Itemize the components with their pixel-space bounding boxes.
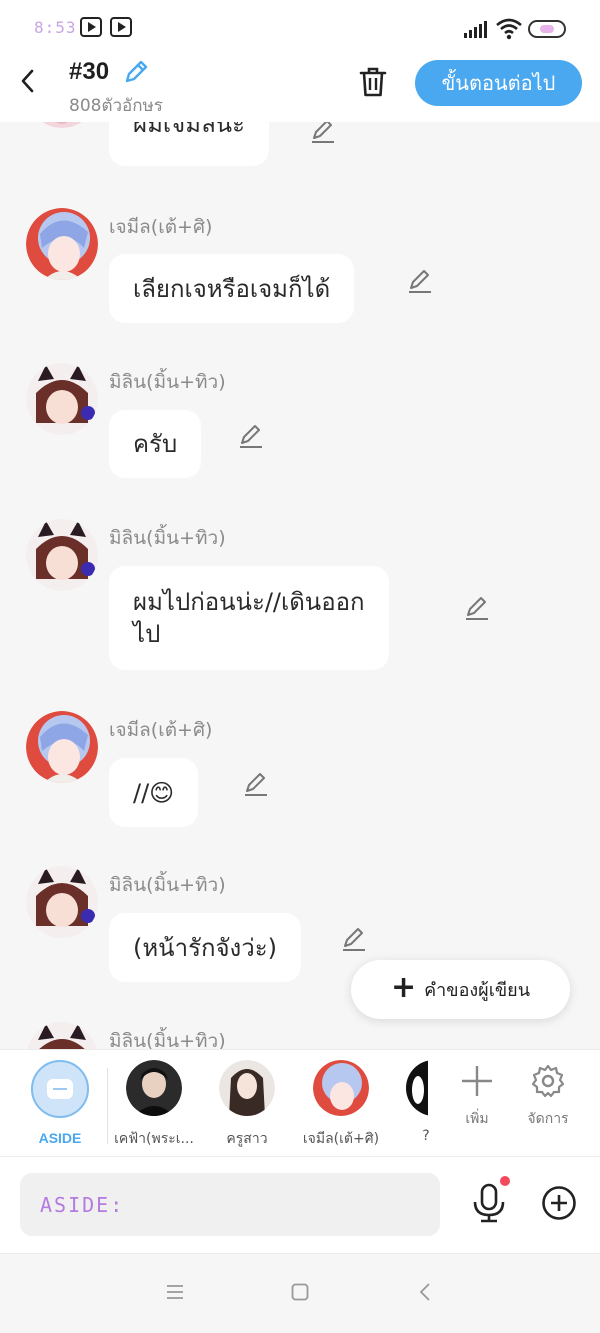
character-chip[interactable]: เจมีล(เต้+ศิ) <box>293 1060 389 1150</box>
character-chip[interactable]: เคฟ้า(พระเ... <box>106 1060 202 1150</box>
character-name: มิลิน(มิ้น+ทิว) <box>109 371 226 393</box>
avatar[interactable] <box>26 711 98 783</box>
avatar <box>219 1060 275 1116</box>
edit-message-icon[interactable] <box>341 926 367 952</box>
character-name: เจมีล(เต้+ศิ) <box>109 719 213 741</box>
character-chip-aside[interactable]: ASIDE <box>12 1060 108 1146</box>
wifi-icon <box>496 18 522 40</box>
add-character-button[interactable]: เพิ่ม <box>447 1064 507 1130</box>
manage-label: จัดการ <box>527 1111 569 1127</box>
avatar <box>406 1060 428 1116</box>
message-bubble[interactable]: (หน้ารักจังว่ะ) <box>109 913 301 982</box>
edit-message-icon[interactable] <box>238 423 264 449</box>
character-selector: ASIDE เคฟ้า(พระเ... ครูสาว เจมีล(เต้+ศิ)… <box>0 1049 600 1157</box>
edit-message-icon[interactable] <box>464 595 490 621</box>
character-name: เจมีล(เต้+ศิ) <box>109 216 213 238</box>
character-name: มิลิน(มิ้น+ทิว) <box>109 527 226 549</box>
aside-icon <box>31 1060 89 1118</box>
status-bar: 8:53 <box>0 0 600 56</box>
manage-characters-button[interactable]: จัดการ <box>518 1064 578 1130</box>
character-label: เจมีล(เต้+ศิ) <box>302 1131 380 1147</box>
avatar[interactable] <box>26 208 98 280</box>
avatar[interactable] <box>26 363 98 435</box>
app-header: #30 808ตัวอักษร ขั้นตอนต่อไป <box>0 56 600 122</box>
avatar[interactable] <box>26 866 98 938</box>
character-count: 808ตัวอักษร <box>69 96 163 116</box>
character-label: ? <box>422 1128 430 1144</box>
message-bubble[interactable]: //😊 <box>109 758 199 827</box>
message-bubble[interactable]: ผมเจมีลน่ะ <box>109 122 269 166</box>
back-arrow-icon[interactable] <box>16 66 40 96</box>
author-note-button[interactable]: + คำของผู้เขียน <box>351 960 570 1019</box>
edit-message-icon[interactable] <box>310 122 336 144</box>
youtube-notification-icon <box>110 17 132 37</box>
signal-icon <box>464 20 488 38</box>
character-name: มิลิน(มิ้น+ทิว) <box>109 874 226 896</box>
status-time: 8:53 <box>34 18 77 37</box>
home-icon[interactable] <box>290 1282 310 1302</box>
character-name: มิลิน(มิ้น+ทิว) <box>109 1030 226 1049</box>
message-bubble[interactable]: ผมไปก่อนน่ะ//เดินออก ไป <box>109 566 389 670</box>
add-label: เพิ่ม <box>465 1111 489 1127</box>
recording-indicator <box>500 1176 510 1186</box>
trash-icon[interactable] <box>358 66 388 98</box>
microphone-icon[interactable] <box>469 1182 509 1224</box>
edit-message-icon[interactable] <box>407 268 433 294</box>
character-chip[interactable]: ? <box>406 1060 446 1144</box>
edit-message-icon[interactable] <box>243 771 269 797</box>
message-bubble[interactable]: เลียกเจหรือเจมก็ได้ <box>109 254 355 323</box>
back-icon[interactable] <box>416 1282 436 1302</box>
chat-area[interactable]: ผมเจมีลน่ะ เจมีล(เต้+ศิ) เลียกเจหรือเจมก… <box>0 122 600 1049</box>
avatar[interactable] <box>26 122 98 128</box>
battery-icon <box>528 20 566 38</box>
character-label: เคฟ้า(พระเ... <box>114 1131 194 1147</box>
menu-icon[interactable] <box>165 1282 185 1302</box>
page-title: #30 <box>69 58 110 85</box>
next-step-button[interactable]: ขั้นตอนต่อไป <box>415 60 582 106</box>
avatar <box>126 1060 182 1116</box>
avatar[interactable] <box>26 519 98 591</box>
edit-title-icon[interactable] <box>122 58 150 86</box>
character-label: ASIDE <box>38 1130 82 1146</box>
character-label: ครูสาว <box>226 1131 268 1147</box>
gear-icon <box>531 1064 565 1098</box>
message-bubble[interactable]: ครับ <box>109 410 202 478</box>
add-circle-icon[interactable] <box>541 1185 577 1221</box>
system-navigation-bar <box>0 1253 600 1333</box>
youtube-notification-icon <box>80 17 102 37</box>
avatar <box>313 1060 369 1116</box>
plus-icon <box>462 1066 492 1096</box>
author-note-label: คำของผู้เขียน <box>424 980 531 1001</box>
avatar[interactable] <box>26 1022 98 1049</box>
message-composer <box>0 1157 600 1253</box>
character-chip[interactable]: ครูสาว <box>199 1060 295 1150</box>
message-input[interactable] <box>20 1173 440 1236</box>
plus-icon: + <box>390 969 417 1005</box>
